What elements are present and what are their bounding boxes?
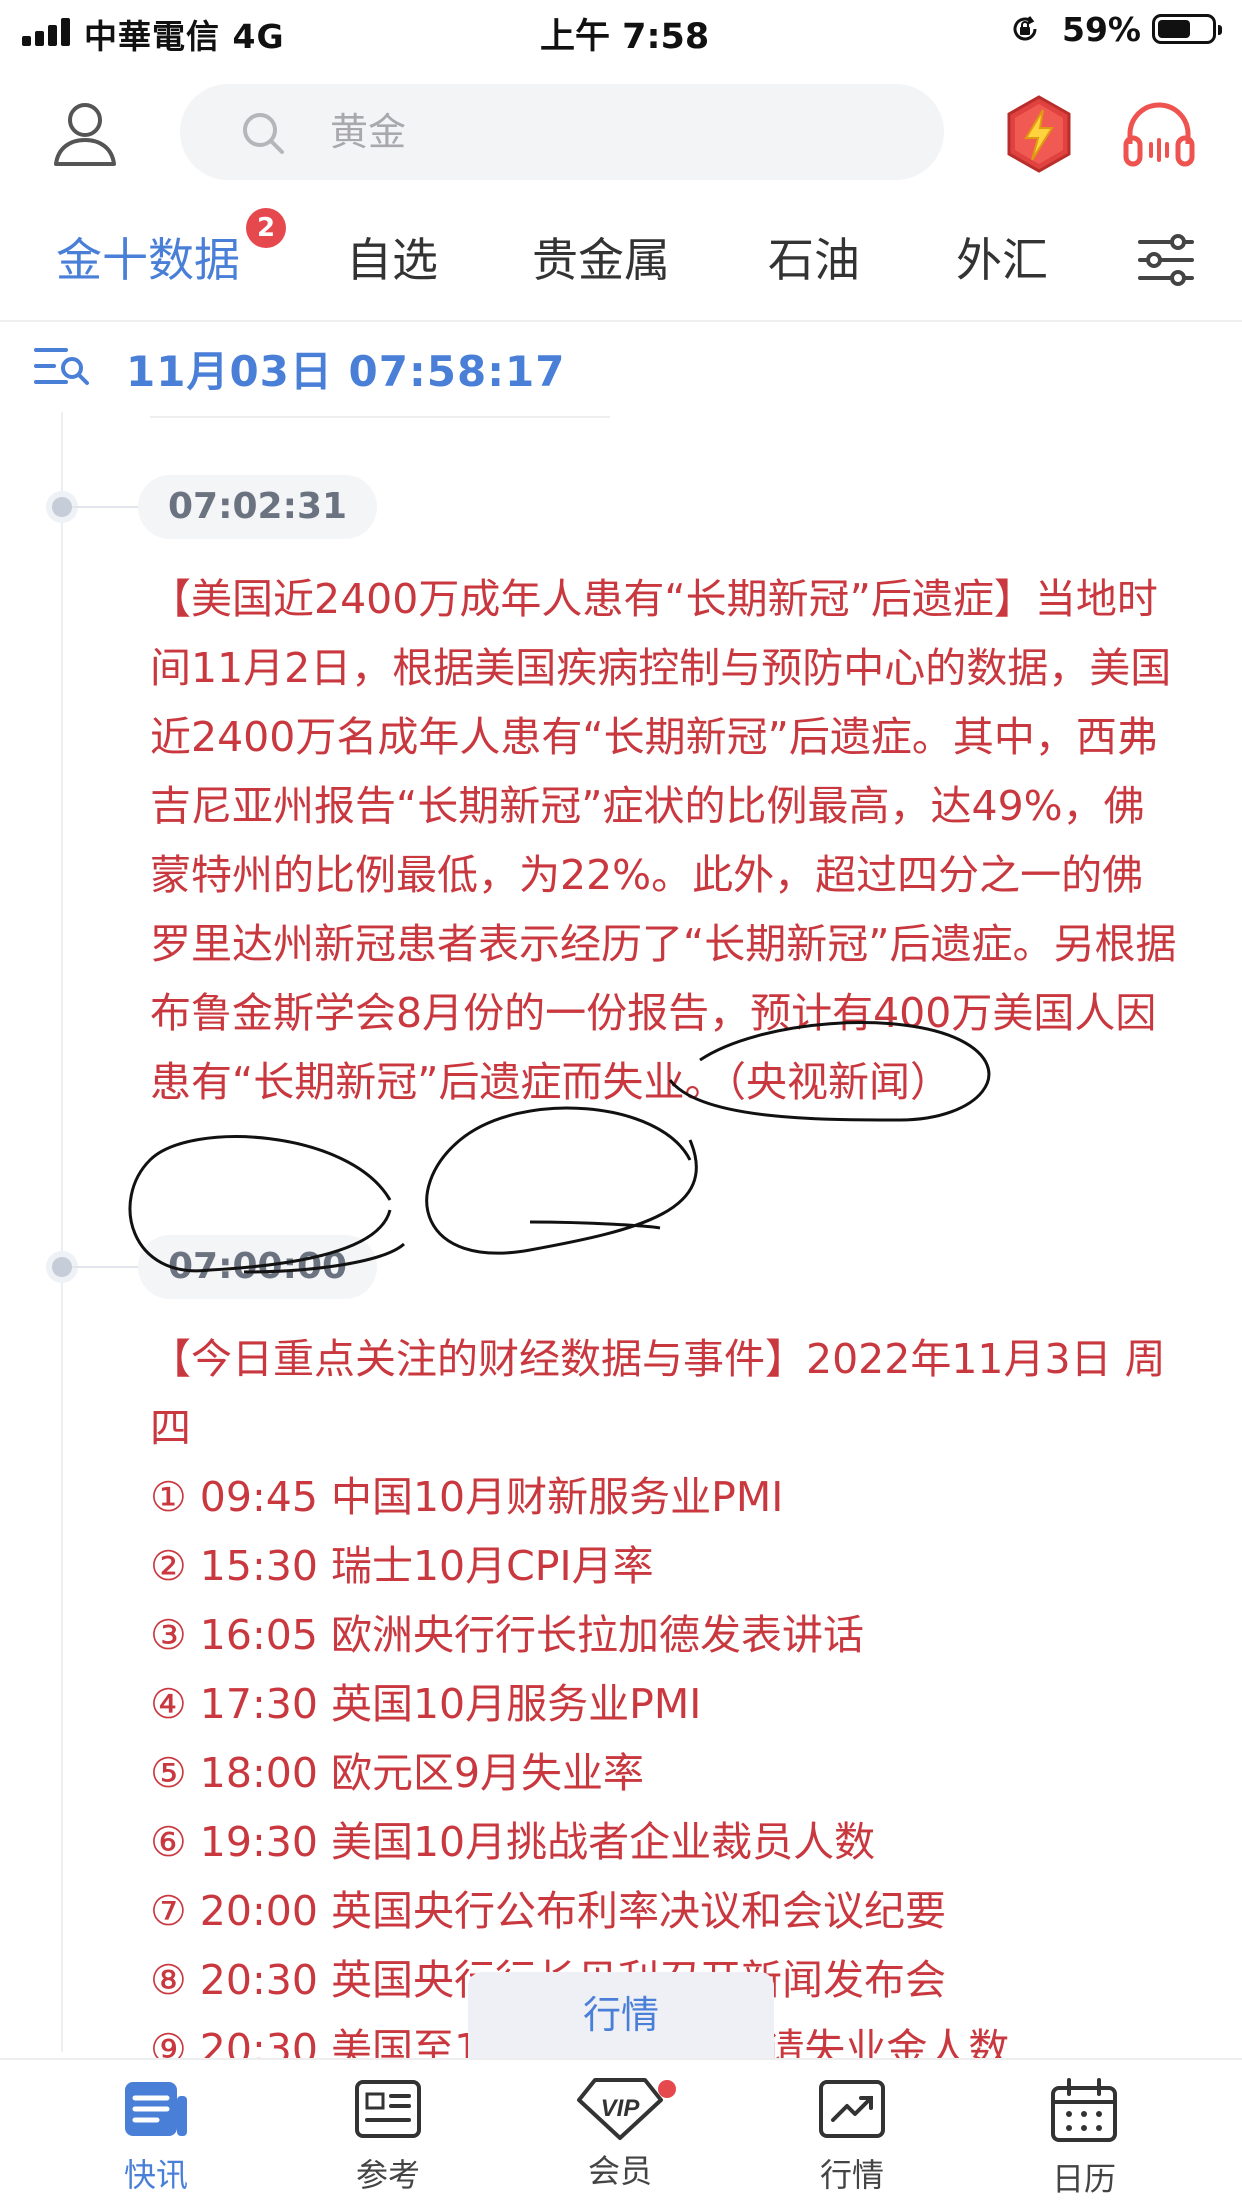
user-profile-icon[interactable]	[50, 98, 120, 168]
bottom-navigation: 快讯 参考 VIP 会员 行情 日历	[0, 2058, 1242, 2210]
nav-label: 会员	[587, 2152, 652, 2190]
timeline-line	[61, 412, 63, 2052]
nav-label: 行情	[819, 2156, 884, 2194]
nav-reference[interactable]: 参考	[308, 2078, 468, 2196]
tab-precious-metals[interactable]: 贵金属	[532, 224, 670, 290]
carrier-label: 中華電信 4G	[84, 17, 285, 56]
nav-market[interactable]: 行情	[772, 2078, 932, 2196]
nav-vip[interactable]: VIP 会员	[540, 2078, 700, 2192]
battery-percent: 59%	[1062, 10, 1141, 49]
divider	[150, 416, 610, 418]
nav-calendar[interactable]: 日历	[1004, 2078, 1164, 2200]
headphones-icon[interactable]	[1122, 98, 1196, 168]
nav-label: 快讯	[123, 2156, 188, 2194]
signal-icon	[22, 18, 72, 46]
event-line: ② 15:30 瑞士10月CPI月率	[150, 1542, 654, 1590]
feed-date: 11月03日 07:58:17	[126, 347, 566, 396]
tab-watchlist[interactable]: 自选	[346, 224, 438, 290]
battery-icon	[1152, 14, 1222, 44]
event-line: ⑤ 18:00 欧元区9月失业率	[150, 1749, 645, 1797]
timeline-dot	[52, 497, 72, 517]
top-header: 黄金	[0, 70, 1242, 200]
nav-label: 参考	[355, 2156, 420, 2194]
timeline-dot	[52, 1257, 72, 1277]
news-text: 【美国近2400万成年人患有“长期新冠”后遗症】当地时间11月2日，根据美国疾病…	[150, 575, 1177, 1106]
notification-dot	[658, 2080, 676, 2098]
rotation-lock-icon	[1013, 16, 1037, 41]
tab-settings-icon[interactable]	[1136, 232, 1196, 288]
tab-badge-count: 2	[246, 208, 286, 248]
tab-jin10-data[interactable]: 金十数据	[56, 224, 240, 290]
tab-forex[interactable]: 外汇	[956, 224, 1048, 290]
tab-oil[interactable]: 石油	[768, 224, 860, 290]
search-icon	[243, 113, 284, 154]
date-header: 11月03日 07:58:17	[0, 330, 1242, 418]
news-text: 【今日重点关注的财经数据与事件】2022年11月3日 周四 ① 09:45 中国…	[150, 1325, 1180, 2084]
calendar-icon	[1051, 2078, 1117, 2142]
event-line: ⑦ 20:00 英国央行公布利率决议和会议纪要	[150, 1887, 946, 1935]
nav-news-flash[interactable]: 快讯	[76, 2078, 236, 2196]
event-line: ③ 16:05 欧洲央行行长拉加德发表讲话	[150, 1611, 864, 1659]
filter-search-icon[interactable]	[34, 344, 90, 388]
svg-text:VIP: VIP	[601, 2095, 641, 2122]
event-line: ④ 17:30 英国10月服务业PMI	[150, 1680, 702, 1728]
event-line: ① 09:45 中国10月财新服务业PMI	[150, 1473, 784, 1521]
nav-label: 日历	[1051, 2160, 1116, 2198]
news-flash-icon	[125, 2082, 187, 2136]
market-icon	[819, 2080, 885, 2138]
clock: 上午 7:58	[540, 17, 710, 57]
category-tabs: 金十数据 2 自选 贵金属 石油 外汇	[0, 200, 1242, 322]
news-time: 07:00:00	[138, 1235, 378, 1299]
market-floating-tab[interactable]: 行情	[468, 1972, 774, 2058]
timeline-connector	[72, 1266, 140, 1268]
news-time: 07:02:31	[138, 475, 378, 539]
vip-icon: VIP	[577, 2078, 663, 2140]
search-bar[interactable]: 黄金	[180, 84, 944, 180]
reference-icon	[355, 2080, 421, 2138]
news-headline: 【今日重点关注的财经数据与事件】2022年11月3日 周四	[150, 1335, 1166, 1452]
search-input[interactable]: 黄金	[330, 84, 406, 180]
event-line: ⑥ 19:30 美国10月挑战者企业裁员人数	[150, 1818, 876, 1866]
status-bar: 中華電信 4G 上午 7:58 59%	[0, 0, 1242, 62]
lightning-badge-icon[interactable]	[1004, 94, 1074, 174]
timeline-connector	[72, 506, 140, 508]
